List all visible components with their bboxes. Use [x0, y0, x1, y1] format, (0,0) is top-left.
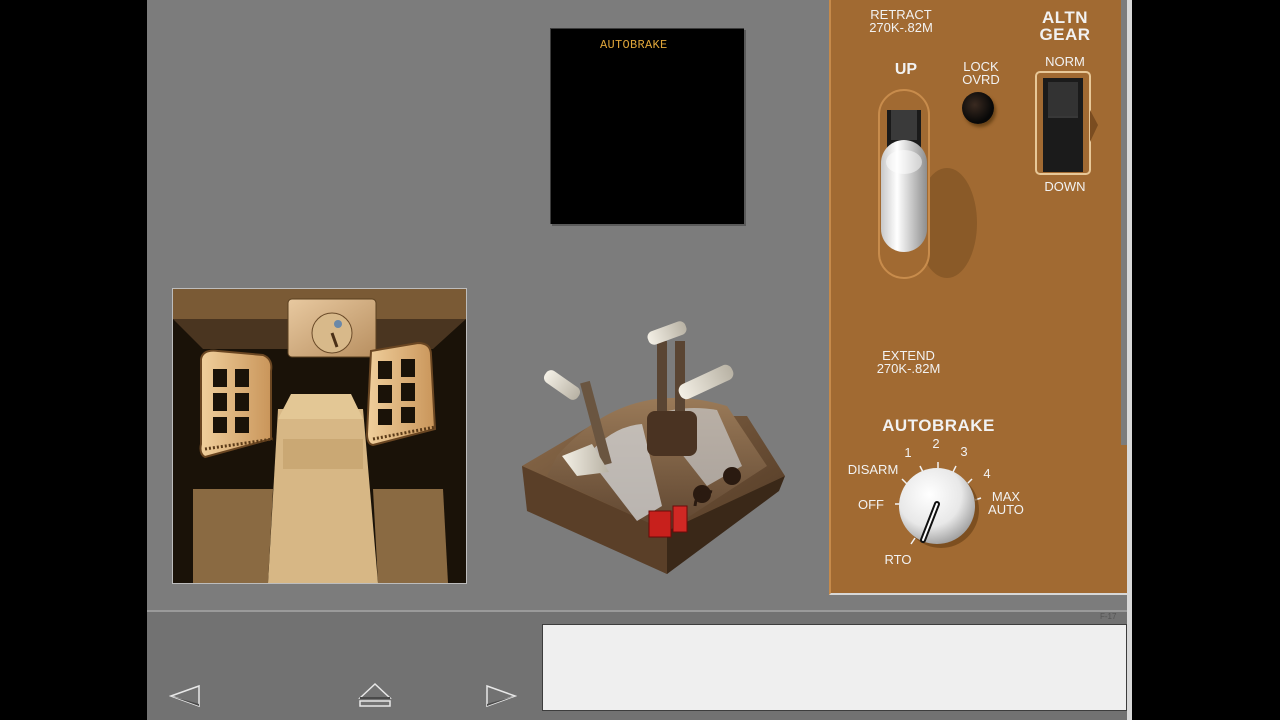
retract-speed: 270K-.82M [869, 20, 933, 35]
landing-gear-panel: RETRACT 270K-.82M ALTN GEAR UP DN LOCK O… [829, 0, 1132, 595]
altn-gear-switch-graphic [1035, 71, 1098, 175]
autobrake-2-label: 2 [932, 436, 940, 451]
landing-gear-lever[interactable] [877, 88, 977, 280]
bottom-navigation-bar: F-17 [147, 610, 1132, 720]
auto-text: AUTO [988, 502, 1024, 517]
eicas-display: AUTOBRAKE [550, 28, 744, 224]
rudder-pedals-illustration [173, 289, 466, 583]
altn-text: ALTN [1041, 8, 1089, 27]
eicas-message: AUTOBRAKE [600, 38, 668, 52]
autobrake-off-label: OFF [858, 497, 884, 512]
throttle-quadrant[interactable] [517, 316, 789, 578]
extend-speed: 270K-.82M [876, 361, 941, 376]
altn-down-label: DOWN [1044, 179, 1086, 194]
autobrake-1-label: 1 [904, 445, 912, 460]
triangle-right-icon [486, 684, 518, 708]
simulator-stage: AUTOBRAKE RETRACT 270K-.82M ALTN GEAR UP… [147, 0, 1132, 720]
gear-text: GEAR [1039, 25, 1091, 44]
autobrake-3-label: 3 [960, 444, 968, 459]
right-edge-border [1127, 0, 1132, 720]
next-page-button[interactable] [485, 684, 518, 713]
autobrake-rto-label: RTO [884, 552, 912, 567]
retract-label: RETRACT 270K-.82M [861, 8, 941, 34]
autobrake-selector-knob[interactable] [893, 462, 983, 552]
autobrake-knob-graphic [895, 462, 982, 548]
eject-up-icon [358, 682, 392, 707]
altn-gear-label: ALTN GEAR [1029, 9, 1101, 43]
triangle-left-icon [168, 684, 200, 708]
page-number: F-17 [1100, 612, 1117, 621]
alternate-gear-switch[interactable] [1034, 70, 1098, 176]
message-text-box [542, 624, 1127, 711]
previous-page-button[interactable] [168, 684, 201, 713]
gear-up-label: UP [894, 61, 918, 78]
ovrd-text: OVRD [962, 72, 1000, 87]
autobrake-max-auto-label: MAX AUTO [983, 490, 1029, 516]
rudder-pedal-view [172, 288, 467, 584]
autobrake-title: AUTOBRAKE [882, 416, 995, 435]
home-button[interactable] [358, 682, 392, 713]
altn-norm-label: NORM [1045, 54, 1085, 69]
throttle-quadrant-illustration [522, 321, 785, 574]
lock-ovrd-label: LOCK OVRD [953, 60, 1009, 86]
extend-label: EXTEND 270K-.82M [861, 349, 956, 375]
gear-lever-graphic [878, 89, 977, 279]
